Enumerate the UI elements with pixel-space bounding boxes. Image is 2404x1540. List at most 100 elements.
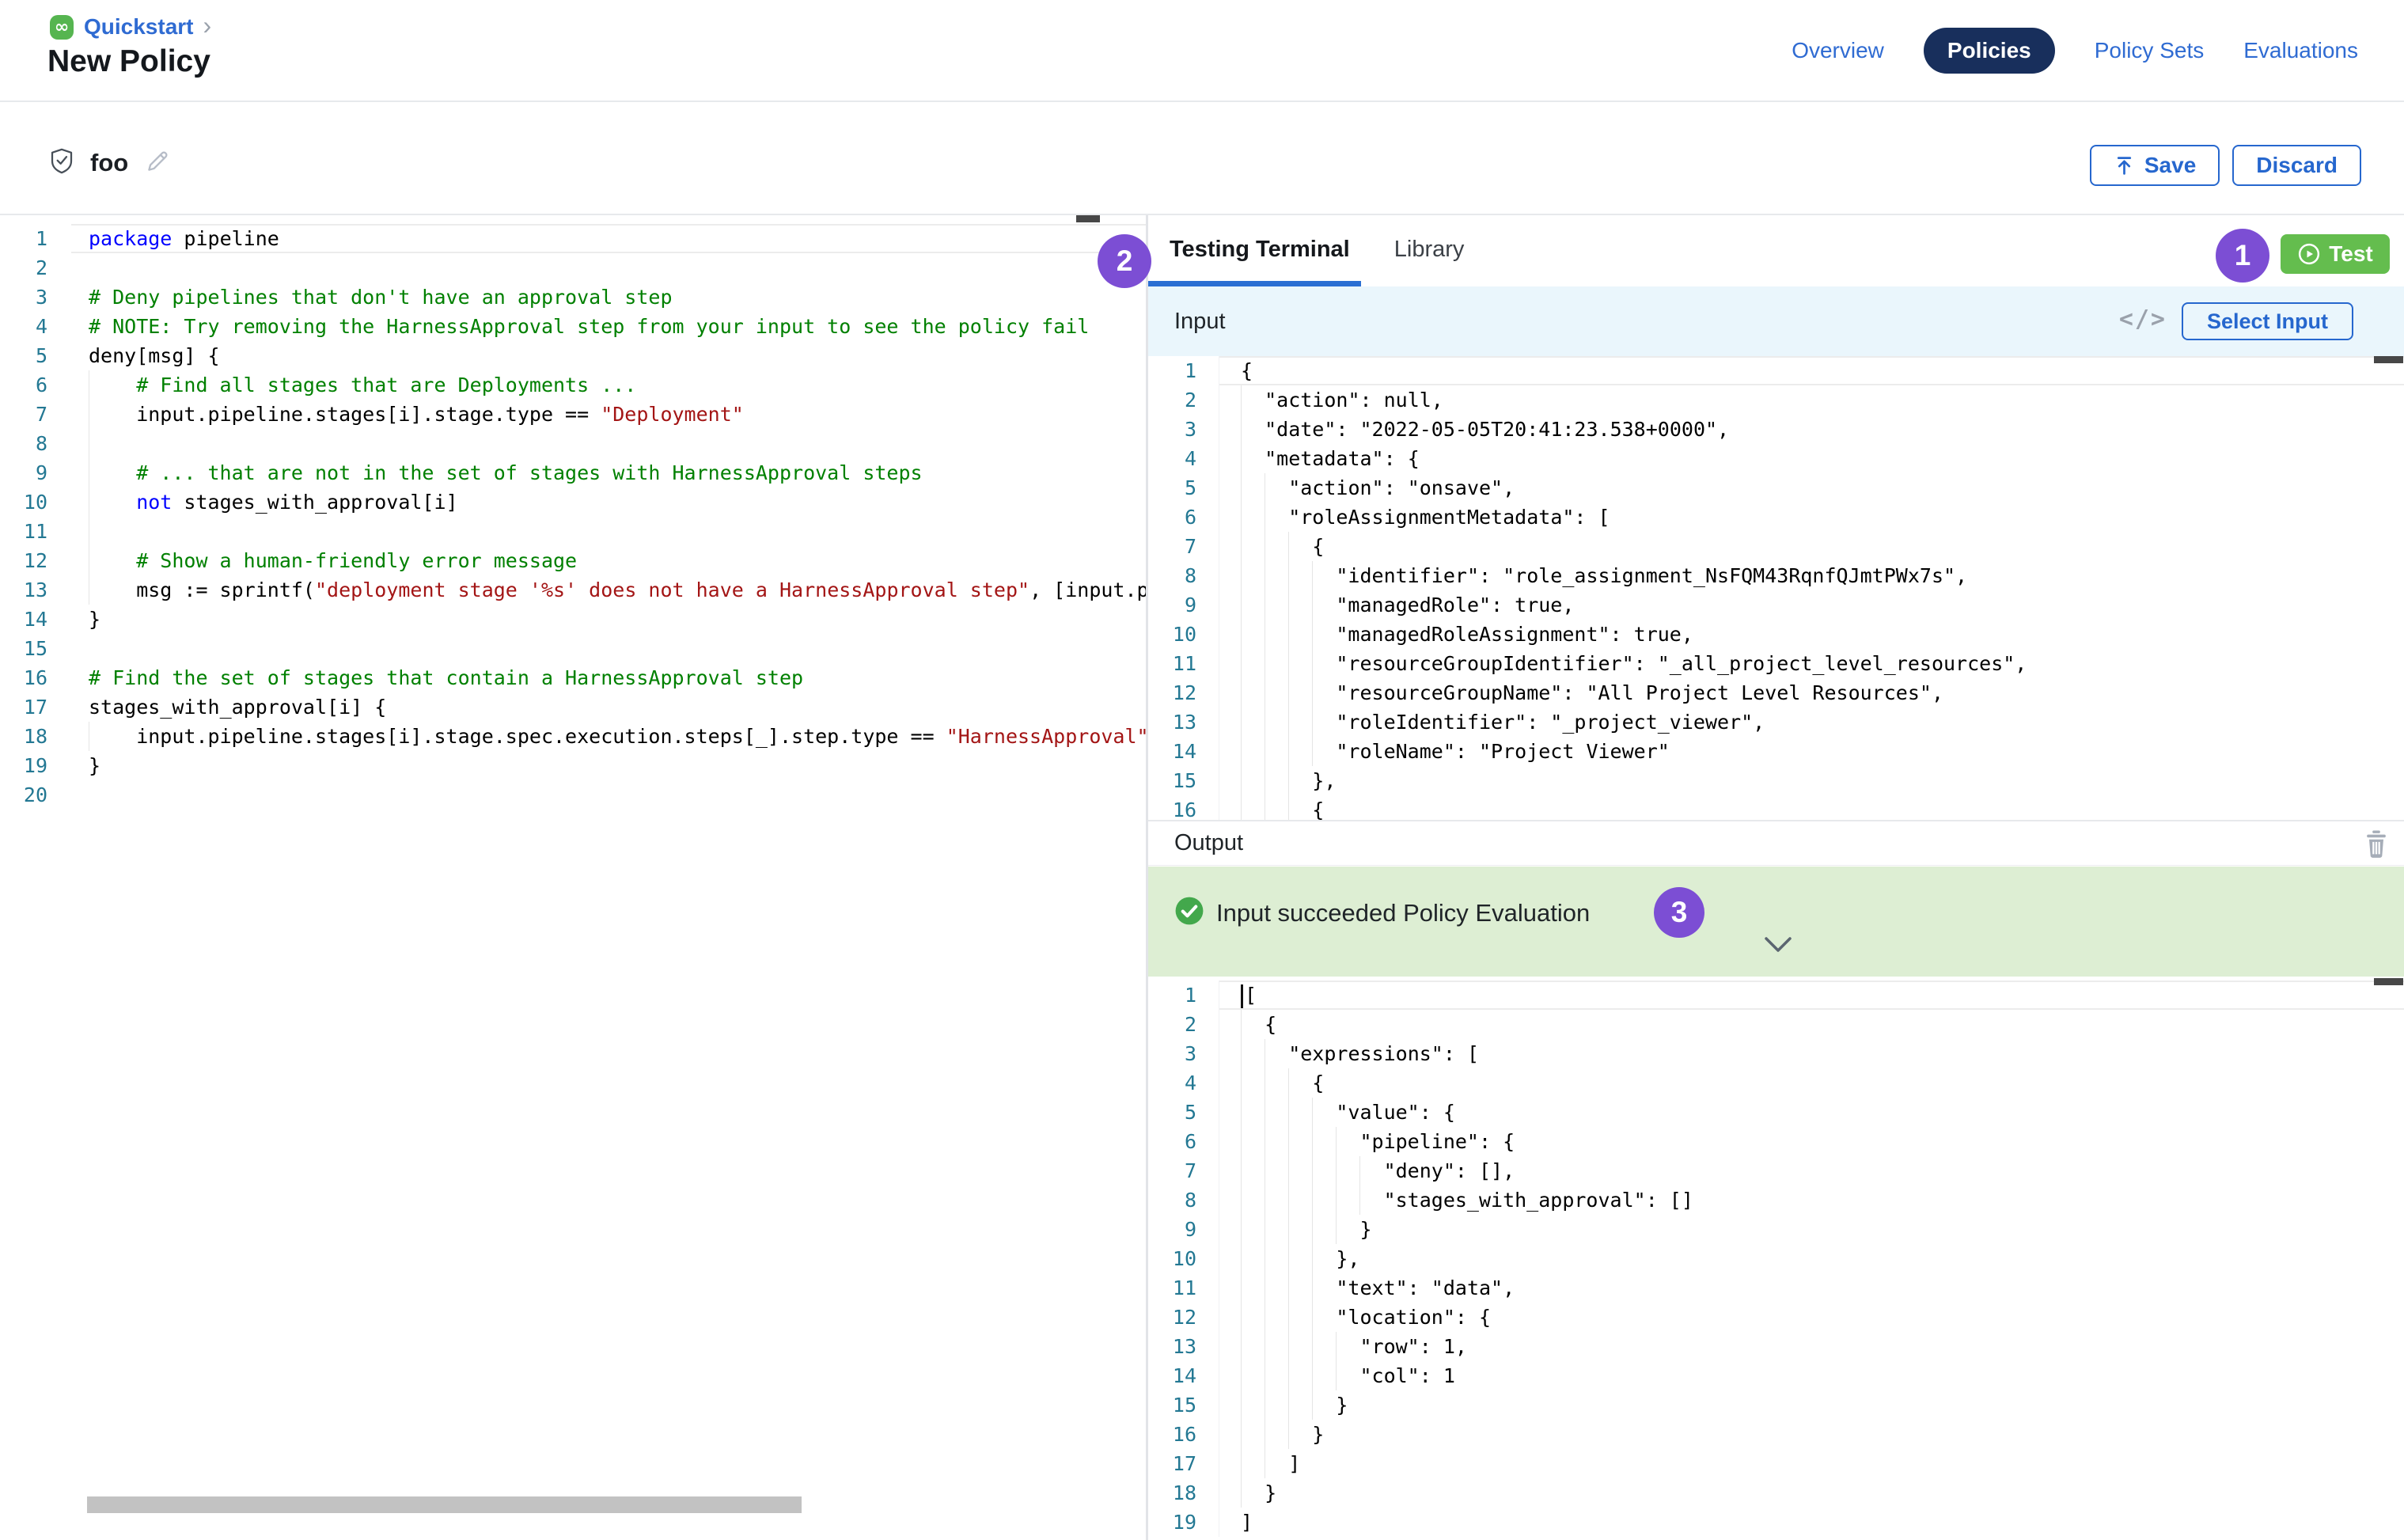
code-line: 17stages_with_approval[i] { xyxy=(0,692,1146,722)
line-number: 2 xyxy=(1148,385,1219,415)
code-line: 15 xyxy=(0,634,1146,663)
code-line: 17] xyxy=(1148,1449,2404,1478)
line-number: 4 xyxy=(0,312,71,341)
clear-output-trash-icon[interactable] xyxy=(2363,829,2390,861)
code-line: 8"identifier": "role_assignment_NsFQM43R… xyxy=(1148,561,2404,590)
code-line: 20 xyxy=(0,780,1146,810)
line-number: 10 xyxy=(1148,620,1219,649)
policy-code-editor[interactable]: 1package pipeline23# Deny pipelines that… xyxy=(0,215,1146,1540)
line-number: 10 xyxy=(1148,1244,1219,1273)
line-number: 8 xyxy=(1148,561,1219,590)
output-editor-scrollbar-thumb[interactable] xyxy=(2374,978,2403,985)
policy-editor-hscrollbar[interactable] xyxy=(87,1496,802,1513)
code-line: 1package pipeline xyxy=(0,224,1146,253)
tab-library[interactable]: Library xyxy=(1394,237,1465,266)
policy-editor-scrollbar-thumb[interactable] xyxy=(1076,215,1100,222)
line-number: 11 xyxy=(0,517,71,546)
output-code: 1[2{3"expressions": [4{5"value": {6"pipe… xyxy=(1148,981,2404,1537)
code-line: 12"resourceGroupName": "All Project Leve… xyxy=(1148,678,2404,707)
save-button[interactable]: Save xyxy=(2090,145,2220,186)
nav-policies[interactable]: Policies xyxy=(1924,28,2055,74)
policy-editor-page: ∞ Quickstart › New Policy OverviewPolici… xyxy=(0,0,2404,1540)
line-number: 7 xyxy=(1148,532,1219,561)
code-line: 15}, xyxy=(1148,766,2404,795)
line-number: 14 xyxy=(1148,1361,1219,1390)
nav-overview[interactable]: Overview xyxy=(1792,38,1884,63)
line-number: 8 xyxy=(0,429,71,458)
code-line: 18} xyxy=(1148,1478,2404,1508)
policy-name: foo xyxy=(90,149,128,177)
svg-text:∞: ∞ xyxy=(55,17,69,37)
line-number: 7 xyxy=(0,400,71,429)
line-number: 13 xyxy=(1148,1332,1219,1361)
line-number: 6 xyxy=(1148,503,1219,532)
line-number: 9 xyxy=(0,458,71,487)
line-number: 2 xyxy=(0,253,71,283)
code-line: 6# Find all stages that are Deployments … xyxy=(0,370,1146,400)
line-number: 2 xyxy=(1148,1010,1219,1039)
input-code: 1{2"action": null,3"date": "2022-05-05T2… xyxy=(1148,356,2404,820)
line-number: 19 xyxy=(0,751,71,780)
edit-pencil-icon[interactable] xyxy=(144,148,171,179)
tab-testing-terminal[interactable]: Testing Terminal xyxy=(1170,237,1350,266)
output-code-editor[interactable]: 1[2{3"expressions": [4{5"value": {6"pipe… xyxy=(1148,977,2404,1540)
code-line: 4# NOTE: Try removing the HarnessApprova… xyxy=(0,312,1146,341)
code-line: 2"action": null, xyxy=(1148,385,2404,415)
input-editor-scrollbar-thumb[interactable] xyxy=(2374,356,2403,363)
policy-name-row: foo xyxy=(49,147,171,179)
line-number: 15 xyxy=(1148,1390,1219,1420)
breadcrumb: ∞ Quickstart › xyxy=(49,13,211,41)
test-button-label: Test xyxy=(2329,241,2373,267)
success-message: Input succeeded Policy Evaluation xyxy=(1216,899,1590,927)
input-panel-header: Input </> Select Input xyxy=(1148,286,2404,356)
code-line: 16} xyxy=(1148,1420,2404,1449)
select-input-button[interactable]: Select Input xyxy=(2182,302,2353,340)
input-panel-title: Input xyxy=(1174,309,1226,335)
line-number: 19 xyxy=(1148,1508,1219,1537)
line-number: 14 xyxy=(0,605,71,634)
line-number: 9 xyxy=(1148,1215,1219,1244)
code-line: 14"col": 1 xyxy=(1148,1361,2404,1390)
top-nav: Overview Policies Policy Sets Evaluations xyxy=(1792,27,2358,74)
code-line: 12# Show a human-friendly error message xyxy=(0,546,1146,575)
line-number: 12 xyxy=(1148,678,1219,707)
annotation-step-1: 1 xyxy=(2216,229,2269,283)
test-button[interactable]: Test xyxy=(2281,234,2390,274)
expand-chevron-icon[interactable] xyxy=(1761,935,1795,958)
code-line: 19] xyxy=(1148,1508,2404,1537)
annotation-step-3: 3 xyxy=(1654,887,1704,938)
code-line: 5"value": { xyxy=(1148,1098,2404,1127)
code-line: 18input.pipeline.stages[i].stage.spec.ex… xyxy=(0,722,1146,751)
line-number: 8 xyxy=(1148,1185,1219,1215)
code-line: 10}, xyxy=(1148,1244,2404,1273)
save-button-label: Save xyxy=(2144,153,2196,178)
code-line: 5"action": "onsave", xyxy=(1148,473,2404,503)
code-line: 8"stages_with_approval": [] xyxy=(1148,1185,2404,1215)
code-line: 6"pipeline": { xyxy=(1148,1127,2404,1156)
breadcrumb-project-link[interactable]: Quickstart xyxy=(84,14,194,40)
nav-evaluations[interactable]: Evaluations xyxy=(2243,38,2358,63)
code-line: 3"expressions": [ xyxy=(1148,1039,2404,1068)
nav-policy-sets[interactable]: Policy Sets xyxy=(2095,38,2205,63)
code-line: 13"row": 1, xyxy=(1148,1332,2404,1361)
line-number: 1 xyxy=(1148,356,1219,385)
code-line: 14"roleName": "Project Viewer" xyxy=(1148,737,2404,766)
output-panel-title: Output xyxy=(1174,830,1243,856)
line-number: 18 xyxy=(0,722,71,751)
line-number: 20 xyxy=(0,780,71,810)
code-line: 16{ xyxy=(1148,795,2404,820)
policy-code: 1package pipeline23# Deny pipelines that… xyxy=(0,224,1146,810)
code-line: 2 xyxy=(0,253,1146,283)
line-number: 1 xyxy=(0,224,71,253)
line-number: 4 xyxy=(1148,444,1219,473)
code-line: 14} xyxy=(0,605,1146,634)
output-panel-header: Output xyxy=(1148,820,2404,866)
discard-button[interactable]: Discard xyxy=(2232,145,2361,186)
line-number: 5 xyxy=(1148,1098,1219,1127)
code-view-icon[interactable]: </> xyxy=(2119,305,2167,333)
input-code-editor[interactable]: 1{2"action": null,3"date": "2022-05-05T2… xyxy=(1148,356,2404,820)
code-line: 4"metadata": { xyxy=(1148,444,2404,473)
code-line: 9} xyxy=(1148,1215,2404,1244)
line-number: 9 xyxy=(1148,590,1219,620)
line-number: 16 xyxy=(0,663,71,692)
